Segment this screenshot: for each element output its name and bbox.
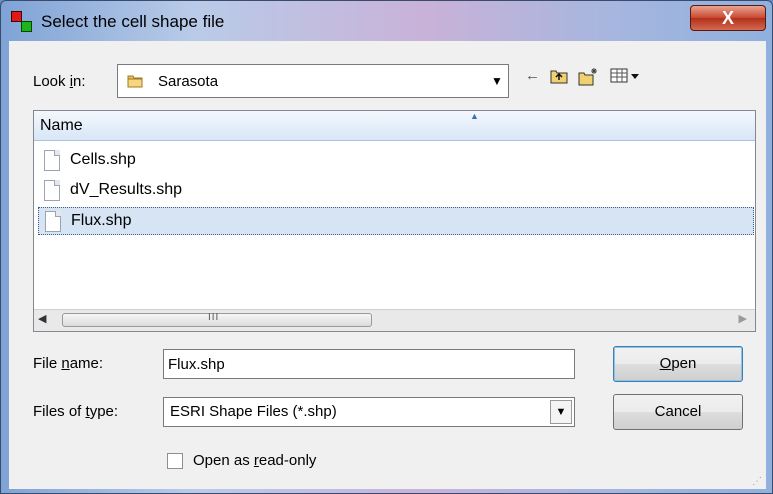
close-button[interactable]: X	[690, 5, 766, 31]
open-button[interactable]: Open	[613, 346, 743, 382]
read-only-checkbox[interactable]	[167, 453, 183, 469]
file-name-input[interactable]	[163, 349, 575, 379]
sort-ascending-icon: ▲	[470, 111, 479, 121]
list-item[interactable]: dV_Results.shp	[38, 177, 754, 205]
horizontal-scrollbar[interactable]: ◀ III ▶	[34, 309, 755, 331]
list-item[interactable]: Cells.shp	[38, 147, 754, 175]
file-type-label: Files of type:	[33, 403, 119, 420]
view-menu-icon[interactable]	[609, 67, 643, 89]
look-in-combobox[interactable]: Sarasota ▼	[117, 64, 509, 98]
column-header-name[interactable]: Name ▲	[34, 111, 755, 141]
scroll-grip: III	[208, 312, 220, 323]
scrollbar-thumb[interactable]: III	[62, 312, 372, 327]
read-only-label[interactable]: Open as read-only	[193, 452, 316, 469]
file-type-value: ESRI Shape Files (*.shp)	[170, 403, 337, 420]
file-type-select[interactable]: ESRI Shape Files (*.shp) ▼	[163, 397, 575, 427]
resize-grip-icon[interactable]: ⋰	[752, 476, 762, 487]
scroll-right-icon[interactable]: ▶	[739, 312, 747, 325]
back-arrow-icon[interactable]: ←	[525, 67, 540, 84]
scroll-left-icon[interactable]: ◀	[38, 312, 46, 325]
app-icon	[11, 11, 33, 33]
file-list[interactable]: Name ▲ Cells.shp dV_Results.shp Flux.shp…	[33, 110, 756, 332]
look-in-value: Sarasota	[158, 73, 219, 90]
title-bar[interactable]: Select the cell shape file X	[1, 1, 772, 39]
cancel-button[interactable]: Cancel	[613, 394, 743, 430]
look-in-label: Look in:	[33, 73, 86, 90]
new-folder-icon[interactable]	[577, 67, 599, 91]
chevron-down-icon[interactable]: ▼	[488, 67, 506, 95]
file-name-label: File name:	[33, 355, 104, 372]
dialog-window: Select the cell shape file X Look in: Sa…	[0, 0, 773, 494]
list-item-selected[interactable]: Flux.shp	[38, 207, 754, 235]
up-folder-icon[interactable]	[549, 67, 569, 89]
file-icon	[44, 150, 60, 171]
file-icon	[44, 180, 60, 201]
chevron-down-icon[interactable]: ▼	[550, 400, 572, 424]
window-title: Select the cell shape file	[41, 12, 225, 31]
file-icon	[45, 211, 61, 232]
folder-icon	[127, 75, 143, 88]
